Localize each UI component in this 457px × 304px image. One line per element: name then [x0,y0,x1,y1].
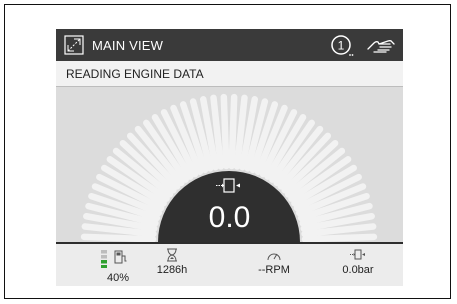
fuel-level-bar [101,260,107,264]
bottom-status-bar: 40% 1286h --RPM 0.0bar [56,242,403,286]
fuel-value: 40% [106,272,130,284]
status-message: READING ENGINE DATA [66,67,204,81]
gauge-tick [220,93,230,170]
pressure-value: 0.0bar [342,264,374,276]
alert-number: 1 [338,39,345,53]
engine-hours-indicator: 1286h [152,248,192,276]
alert-number-icon[interactable]: 1 [331,34,355,58]
title-bar: MAIN VIEW 1 [56,29,403,61]
rpm-value: --RPM [258,264,290,276]
rpm-indicator: --RPM [254,248,294,276]
status-bar: READING ENGINE DATA [56,61,403,87]
gauge-tick [228,93,238,170]
display-screen: MAIN VIEW 1 READING ENGINE DATA 0.0 40% … [56,29,403,286]
pressure-sensor-icon [350,249,365,260]
fuel-level-bars [101,250,107,268]
page-title: MAIN VIEW [92,38,164,53]
gauge-tick [301,233,378,242]
fuel-pump-icon [114,250,127,264]
gauge-tick [80,233,157,242]
pressure-indicator: 0.0bar [336,248,380,276]
speedometer-icon [267,253,281,261]
fuel-level-bar [101,250,107,254]
window-resize-icon[interactable] [64,35,84,55]
fuel-level-bar [101,265,107,268]
engine-hours-value: 1286h [156,264,188,276]
gauge-value: 0.0 [208,201,251,234]
hourglass-icon [167,248,177,262]
fuel-level-indicator: 40% [100,248,136,284]
fuel-level-bar [101,255,107,259]
hand-icon[interactable] [366,35,396,55]
